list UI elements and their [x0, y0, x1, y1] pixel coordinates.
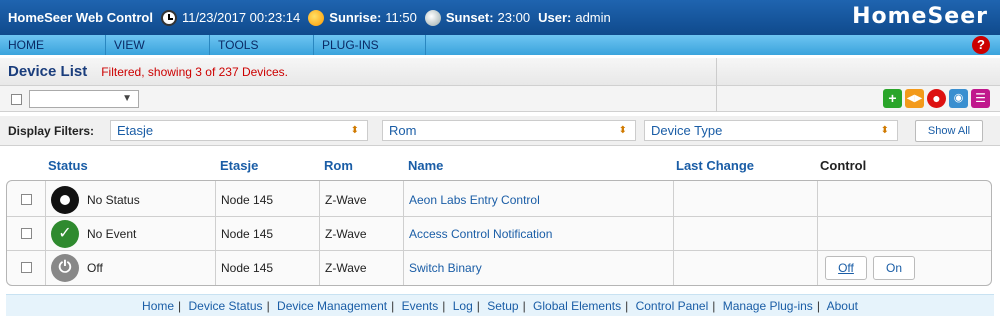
sunset-value: 23:00: [497, 10, 531, 25]
chevron-updown-icon: ⬍: [618, 125, 627, 136]
device-name-link[interactable]: Switch Binary: [409, 251, 482, 285]
toolbar-divider: [716, 86, 717, 112]
add-device-icon[interactable]: +: [883, 89, 902, 108]
sun-icon: [308, 9, 325, 26]
footer-links: Home | Device Status | Device Management | …: [6, 294, 994, 316]
col-last-change[interactable]: Last Change: [676, 158, 754, 173]
col-etasje[interactable]: Etasje: [220, 158, 258, 173]
swap-icon[interactable]: ◀▶: [905, 89, 924, 108]
menu-view[interactable]: VIEW: [106, 35, 210, 55]
user-label: User:: [538, 10, 572, 25]
footer-link-manage-plugins[interactable]: Manage Plug-ins: [723, 299, 813, 313]
sunset-display: Sunset: 23:00: [424, 9, 531, 26]
header-divider: [716, 58, 717, 86]
col-name[interactable]: Name: [408, 158, 443, 173]
menu-home[interactable]: HOME: [0, 35, 106, 55]
col-rom[interactable]: Rom: [324, 158, 353, 173]
footer-link-about[interactable]: About: [827, 299, 858, 313]
off-button[interactable]: Off: [825, 256, 867, 280]
row-checkbox[interactable]: [21, 228, 32, 239]
table-row: ⏻ Off Node 145 Z-Wave Switch Binary Off …: [7, 251, 991, 285]
display-filters-label: Display Filters:: [8, 124, 95, 138]
action-icons: + ◀▶ ● ◉ ☰: [883, 89, 990, 108]
etasje-cell: Node 145: [221, 193, 274, 207]
user-value: admin: [575, 10, 611, 25]
bulk-action-select[interactable]: ▼: [29, 90, 139, 108]
chevron-down-icon: ▼: [122, 93, 132, 104]
chevron-updown-icon: ⬍: [350, 125, 359, 136]
rom-cell: Z-Wave: [325, 261, 367, 275]
rom-cell: Z-Wave: [325, 227, 367, 241]
footer-link-control-panel[interactable]: Control Panel: [636, 299, 709, 313]
sunrise-value: 11:50: [385, 10, 417, 25]
datetime-value: 11/23/2017 00:23:14: [181, 10, 301, 25]
moon-icon: [424, 9, 441, 26]
top-bar: HomeSeer Web Control 11/23/2017 00:23:14…: [0, 0, 1000, 35]
gear-icon[interactable]: [51, 186, 79, 214]
signal-icon[interactable]: ◉: [949, 89, 968, 108]
check-icon[interactable]: ✓: [51, 220, 79, 248]
device-name-link[interactable]: Aeon Labs Entry Control: [409, 183, 540, 217]
table-header: Status Etasje Rom Name Last Change Contr…: [0, 156, 1000, 176]
homeseer-logo: HomeSeer: [852, 4, 988, 29]
power-icon[interactable]: ⏻: [51, 254, 79, 282]
chevron-updown-icon: ⬍: [880, 125, 889, 136]
footer-link-device-status[interactable]: Device Status: [189, 299, 263, 313]
device-list-toolbar: ▼ + ◀▶ ● ◉ ☰: [0, 86, 1000, 112]
etasje-filter-select[interactable]: Etasje ⬍: [110, 120, 368, 141]
on-button[interactable]: On: [873, 256, 915, 280]
col-status[interactable]: Status: [48, 158, 88, 173]
etasje-cell: Node 145: [221, 261, 274, 275]
sunrise-display: Sunrise: 11:50: [308, 9, 417, 26]
sunset-label: Sunset:: [445, 10, 494, 25]
footer-link-global-elements[interactable]: Global Elements: [533, 299, 621, 313]
list-icon[interactable]: ☰: [971, 89, 990, 108]
footer-link-events[interactable]: Events: [402, 299, 439, 313]
show-all-button[interactable]: Show All: [915, 120, 983, 142]
user-display: User: admin: [538, 10, 611, 25]
clock-icon: [160, 9, 177, 26]
page-title: Device List: [8, 63, 88, 80]
menu-bar: HOME VIEW TOOLS PLUG-INS ?: [0, 35, 1000, 55]
table-row: No Status Node 145 Z-Wave Aeon Labs Entr…: [7, 183, 991, 217]
etasje-cell: Node 145: [221, 227, 274, 241]
device-type-filter-value: Device Type: [651, 123, 723, 138]
col-control: Control: [820, 158, 867, 173]
sunrise-label: Sunrise:: [329, 10, 382, 25]
status-text: Off: [87, 261, 103, 275]
select-all-checkbox[interactable]: [11, 94, 22, 105]
menu-tools[interactable]: TOOLS: [210, 35, 314, 55]
device-name-link[interactable]: Access Control Notification: [409, 217, 552, 251]
device-table: No Status Node 145 Z-Wave Aeon Labs Entr…: [6, 180, 992, 286]
footer-link-device-management[interactable]: Device Management: [277, 299, 387, 313]
app-title: HomeSeer Web Control: [8, 10, 153, 25]
display-filters: Display Filters: Etasje ⬍ Rom ⬍ Device T…: [0, 116, 1000, 146]
menu-plugins[interactable]: PLUG-INS: [314, 35, 426, 55]
table-row: ✓ No Event Node 145 Z-Wave Access Contro…: [7, 217, 991, 251]
row-checkbox[interactable]: [21, 194, 32, 205]
status-text: No Status: [87, 193, 140, 207]
etasje-filter-value: Etasje: [117, 123, 154, 138]
status-text: No Event: [87, 227, 137, 241]
footer-link-log[interactable]: Log: [453, 299, 473, 313]
filter-status-text: Filtered, showing 3 of 237 Devices.: [101, 64, 288, 79]
datetime-display: 11/23/2017 00:23:14: [160, 9, 301, 26]
help-icon[interactable]: ?: [972, 36, 990, 54]
record-icon[interactable]: ●: [927, 89, 946, 108]
device-type-filter-select[interactable]: Device Type ⬍: [644, 120, 898, 141]
rom-cell: Z-Wave: [325, 193, 367, 207]
row-checkbox[interactable]: [21, 262, 32, 273]
rom-filter-select[interactable]: Rom ⬍: [382, 120, 636, 141]
device-list-header: Device List Filtered, showing 3 of 237 D…: [0, 58, 1000, 86]
rom-filter-value: Rom: [389, 123, 417, 138]
footer-link-setup[interactable]: Setup: [487, 299, 518, 313]
footer-link-home[interactable]: Home: [142, 299, 174, 313]
